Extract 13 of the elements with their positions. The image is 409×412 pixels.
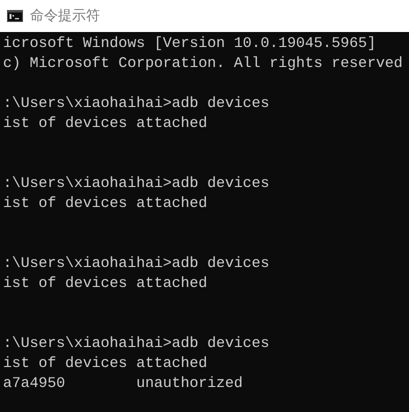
console-line: ist of devices attached [3, 275, 208, 294]
console-line: ist of devices attached [3, 355, 208, 374]
console-line: :\Users\xiaohaihai>adb devices [3, 175, 270, 194]
console-line: ist of devices attached [3, 115, 208, 134]
console-line: a7a4950 unauthorized [3, 375, 243, 394]
console-line: :\Users\xiaohaihai>adb devices [3, 95, 270, 114]
console-line: ist of devices attached [3, 195, 208, 214]
terminal-icon [7, 10, 23, 22]
console-line: icrosoft Windows [Version 10.0.19045.5965] [3, 35, 376, 54]
window-title: 命令提示符 [30, 7, 100, 25]
console-line: :\Users\xiaohaihai>adb devices [3, 335, 270, 354]
console-line: c) Microsoft Corporation. All rights reserved [3, 55, 403, 74]
console-line: :\Users\xiaohaihai>adb devices [3, 255, 270, 274]
